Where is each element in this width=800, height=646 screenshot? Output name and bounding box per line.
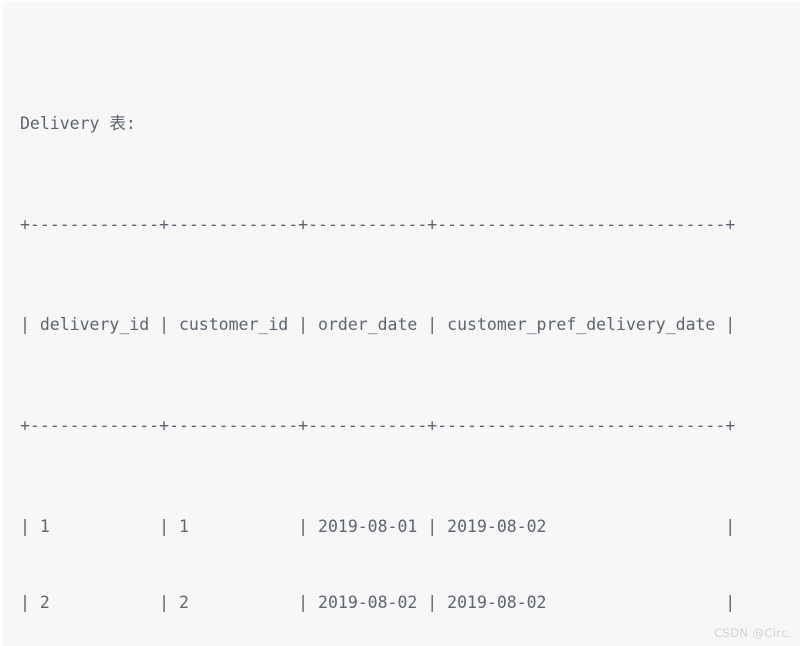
table-row: | 2 | 2 | 2019-08-02 | 2019-08-02 | [20, 592, 736, 612]
delivery-border-top: +-------------+-------------+-----------… [20, 214, 736, 234]
delivery-table-heading: Delivery 表: [20, 113, 136, 133]
table-row: | 1 | 1 | 2019-08-01 | 2019-08-02 | [20, 517, 736, 536]
csdn-watermark: CSDN @Circ. [713, 626, 792, 640]
delivery-header-row: | delivery_id | customer_id | order_date… [20, 315, 736, 335]
delivery-border-mid: +-------------+-------------+-----------… [20, 416, 736, 436]
code-snippet-page: Delivery 表: +-------------+-------------… [0, 0, 800, 646]
snippet-content: Delivery 表: +-------------+-------------… [20, 10, 790, 646]
